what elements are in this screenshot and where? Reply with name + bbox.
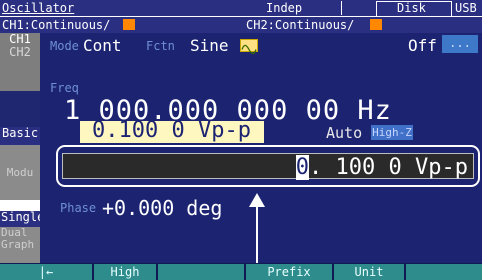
softkey-3[interactable]: [158, 264, 244, 280]
ch1-status: CH1:Continuous/: [2, 18, 111, 32]
tab-modu[interactable]: Modu: [0, 145, 40, 200]
channel-tab[interactable]: CH1 CH2: [0, 33, 40, 91]
mode-tag: Indep: [266, 1, 303, 15]
disk-indicator: Disk: [397, 1, 426, 15]
ch2-status: CH2:Continuous/: [246, 18, 355, 32]
load-badge[interactable]: High-Z: [371, 125, 413, 140]
tab-single[interactable]: Single: [0, 211, 44, 227]
screen-title: Oscillator: [2, 1, 75, 15]
edit-rest: . 100 0 Vp-p: [309, 155, 468, 180]
mode-label: Mode: [50, 39, 79, 53]
fctn-value[interactable]: Sine: [190, 36, 229, 55]
sine-wave-icon: [240, 39, 258, 55]
ch2-label: CH2: [9, 45, 31, 59]
more-button[interactable]: ...: [442, 35, 478, 53]
softkey-unit[interactable]: Unit: [334, 264, 404, 280]
phase-label: Phase: [60, 201, 97, 215]
tab-spacer: [0, 91, 40, 127]
mode-value[interactable]: Cont: [83, 36, 122, 55]
softkey-6[interactable]: [406, 264, 482, 280]
output-state[interactable]: Off: [408, 36, 437, 55]
tab-graph-label: Graph: [1, 238, 35, 251]
softkey-back[interactable]: |←: [0, 264, 92, 280]
sine-wave-glyph: [241, 44, 257, 55]
tab-dual-graph[interactable]: Dual Graph: [0, 227, 40, 263]
status-divider: [0, 16, 482, 17]
edit-value: 0. 100 0 Vp-p: [295, 155, 468, 180]
freq-label: Freq: [50, 81, 79, 95]
ch1-status-indicator: [123, 19, 135, 30]
tab-basic[interactable]: Basic: [0, 127, 40, 145]
phase-value[interactable]: +0.000 deg: [102, 196, 222, 220]
auto-label: Auto: [326, 124, 363, 142]
softkey-high[interactable]: High: [94, 264, 156, 280]
amplitude-value[interactable]: 0.100 0 Vp-p: [92, 118, 251, 143]
indep-divider: [158, 1, 342, 15]
softkey-prefix[interactable]: Prefix: [246, 264, 332, 280]
oscillator-screen: Oscillator Indep Disk USB CH1:Continuous…: [0, 0, 482, 280]
fctn-label: Fctn: [146, 39, 175, 53]
ch2-status-indicator: [370, 19, 382, 30]
edit-cursor: 0: [295, 155, 310, 180]
usb-indicator: USB: [455, 1, 477, 15]
